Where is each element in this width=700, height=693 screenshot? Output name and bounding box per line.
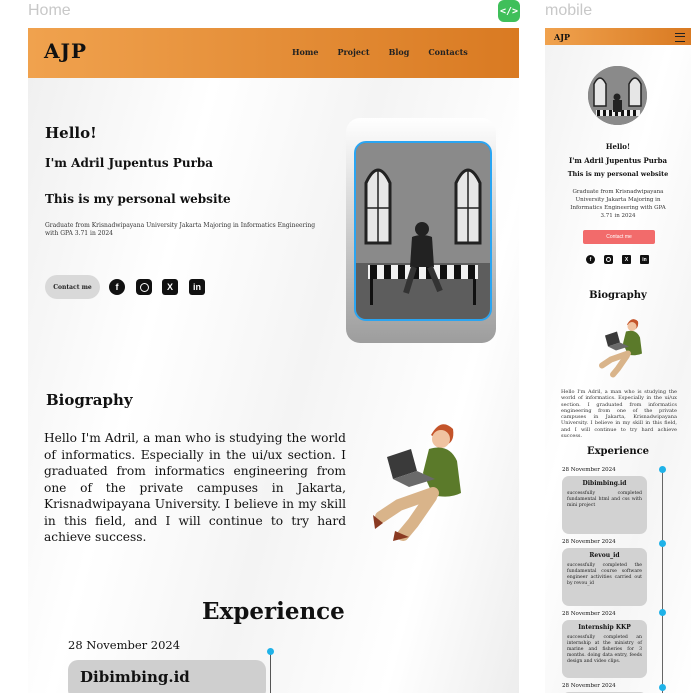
mobile-laptop-person-illustration [588, 313, 648, 383]
mobile-contact-button[interactable]: Contact me [583, 230, 655, 244]
profile-photo [354, 141, 492, 321]
navbar: AJP Home Project Blog Contacts [28, 28, 519, 78]
mobile-timeline-line [662, 470, 663, 693]
mobile-tagline: This is my personal website [567, 170, 669, 178]
mobile-exp-title: Dibimbing.id [582, 480, 627, 487]
mobile-timeline-dot [659, 540, 666, 547]
mobile-biography-title: Biography [589, 290, 647, 301]
biography-title: Biography [46, 391, 133, 409]
code-icon[interactable]: </> [498, 0, 520, 22]
mobile-navbar: AJP [545, 28, 691, 45]
mobile-exp-date: 28 November 2024 [562, 467, 616, 473]
nav-blog[interactable]: Blog [389, 47, 410, 57]
mobile-name: I'm Adril Jupentus Purba [568, 156, 668, 165]
mobile-x-icon[interactable]: X [622, 255, 631, 264]
hero-description: Graduate from Krisnadwipayana University… [45, 222, 316, 237]
hero-tagline: This is my personal website [45, 192, 231, 206]
mobile-exp-desc: successfully completed the fundamental c… [567, 563, 642, 586]
mobile-label: mobile [545, 2, 593, 19]
mobile-exp-desc: successfully completed an internship at … [567, 635, 642, 664]
instagram-icon[interactable] [136, 279, 152, 295]
nav-contacts[interactable]: Contacts [428, 47, 467, 57]
biography-text: Hello I'm Adril, a man who is studying t… [44, 431, 346, 544]
mobile-exp-date: 28 November 2024 [562, 611, 616, 617]
logo[interactable]: AJP [44, 39, 87, 63]
mobile-exp-title: Revou_id [589, 552, 620, 559]
mobile-facebook-icon[interactable]: f [586, 255, 595, 264]
contact-button[interactable]: Contact me [45, 275, 100, 299]
mobile-profile-photo [588, 66, 647, 125]
mobile-exp-card: Internship KKP successfully completed an… [562, 620, 647, 678]
mobile-exp-card: Revou_id successfully completed the fund… [562, 548, 647, 606]
mobile-linkedin-icon[interactable]: in [640, 255, 649, 264]
experience-date: 28 November 2024 [68, 638, 181, 652]
mobile-exp-title: Internship KKP [578, 624, 631, 631]
desktop-preview: AJP Home Project Blog Contacts Hello! I'm A… [28, 28, 519, 693]
mobile-experience-title: Experience [586, 446, 650, 457]
mobile-exp-date: 28 November 2024 [562, 539, 616, 545]
mobile-exp-date: 28 November 2024 [562, 683, 616, 689]
linkedin-icon[interactable]: in [189, 279, 205, 295]
facebook-icon[interactable]: f [109, 279, 125, 295]
timeline-line [270, 652, 271, 693]
mobile-logo[interactable]: AJP [554, 32, 570, 42]
mobile-preview: AJP Hello! I'm Adril Jupentus Purba This… [545, 28, 691, 693]
hero-hello: Hello! [45, 124, 97, 142]
nav-project[interactable]: Project [337, 47, 369, 57]
experience-card-title: Dibimbing.id [80, 668, 190, 686]
hamburger-menu-icon[interactable] [675, 33, 685, 42]
mobile-biography-text: Hello I'm Adril, a man who is studying t… [561, 389, 677, 440]
laptop-person-illustration [353, 413, 473, 547]
home-label: Home [28, 2, 71, 19]
nav-home[interactable]: Home [292, 47, 318, 57]
mobile-exp-card: Dibimbing.id successfully completed fund… [562, 476, 647, 534]
mobile-description: Graduate from Krisnadwipayana University… [570, 189, 666, 219]
mobile-timeline-dot [659, 684, 666, 691]
mobile-timeline-dot [659, 609, 666, 616]
hero-name: I'm Adril Jupentus Purba [45, 156, 214, 170]
mobile-timeline-dot [659, 466, 666, 473]
experience-title: Experience [202, 598, 345, 625]
timeline-dot [267, 648, 274, 655]
mobile-exp-desc: successfully completed fundamental html … [567, 491, 642, 508]
nav-links: Home Project Blog Contacts [292, 47, 487, 57]
mobile-instagram-icon[interactable] [604, 255, 613, 264]
mobile-hello: Hello! [605, 142, 631, 151]
x-icon[interactable]: X [162, 279, 178, 295]
